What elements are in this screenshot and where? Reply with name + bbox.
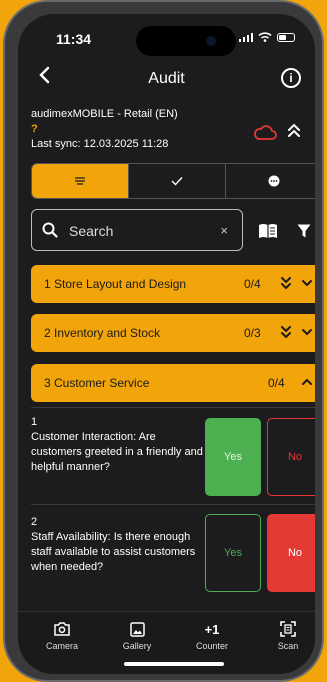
view-segment-control [31, 163, 315, 199]
tab-label: Gallery [122, 641, 152, 651]
no-button[interactable]: No [267, 418, 315, 496]
chevron-down-icon[interactable] [301, 276, 313, 290]
tab-scan[interactable]: Scan [258, 620, 315, 651]
question-text: Staff Availability: Is there enough staf… [31, 531, 196, 573]
no-button[interactable]: No [267, 514, 315, 592]
more-icon [268, 175, 280, 187]
book-icon[interactable] [258, 223, 278, 239]
home-indicator [124, 662, 224, 666]
audit-name: audimexMOBILE - Retail (EN) [31, 108, 178, 120]
section-label: 3 Customer Service [44, 376, 150, 390]
phone-frame: 11:34 Audit i audimexMOBILE - Retail (EN… [3, 0, 324, 682]
divider [31, 407, 315, 408]
status-icons [238, 32, 295, 42]
page-title: Audit [148, 70, 185, 87]
nav-bar: Audit i [18, 64, 315, 94]
tab-counter[interactable]: +1 Counter [182, 620, 242, 652]
segment-more[interactable] [226, 164, 315, 198]
search-input[interactable]: Search × [31, 209, 243, 251]
segment-answered[interactable] [129, 164, 226, 198]
section-label: 2 Inventory and Stock [44, 326, 161, 340]
scan-icon [280, 621, 296, 637]
section-label: 1 Store Layout and Design [44, 277, 187, 291]
section-count: 0/3 [244, 326, 261, 340]
tab-camera[interactable]: Camera [32, 620, 92, 651]
chevron-down-icon[interactable] [301, 325, 313, 339]
gallery-icon [129, 621, 145, 637]
tab-label: Camera [45, 641, 78, 651]
counter-icon: +1 [204, 621, 220, 637]
app-screen: 11:34 Audit i audimexMOBILE - Retail (EN… [18, 14, 315, 674]
tab-label: Scan [277, 641, 299, 651]
dynamic-island [136, 26, 236, 56]
tab-label: Counter [195, 641, 229, 651]
section-customer-service[interactable]: 3 Customer Service 0/4 [31, 364, 315, 402]
list-icon [75, 177, 85, 185]
status-time: 11:34 [56, 31, 92, 47]
yes-button[interactable]: Yes [205, 514, 261, 592]
front-camera [206, 36, 216, 46]
yes-button[interactable]: Yes [205, 418, 261, 496]
double-chevron-down-icon[interactable] [280, 276, 292, 290]
status-bar: 11:34 [18, 14, 315, 58]
info-icon[interactable]: i [281, 68, 301, 88]
section-store-layout[interactable]: 1 Store Layout and Design 0/4 [31, 265, 315, 303]
wifi-icon [258, 32, 272, 42]
search-icon [42, 222, 58, 238]
double-chevron-down-icon[interactable] [280, 325, 292, 339]
section-inventory[interactable]: 2 Inventory and Stock 0/3 [31, 314, 315, 352]
section-count: 0/4 [244, 277, 261, 291]
divider [31, 504, 315, 505]
filter-icon[interactable] [297, 224, 311, 238]
battery-icon [277, 32, 295, 42]
section-count: 0/4 [268, 376, 285, 390]
collapse-header-icon[interactable] [287, 122, 301, 138]
camera-icon [54, 622, 70, 636]
question-text: Customer Interaction: Are customers gree… [31, 431, 203, 473]
segment-list[interactable] [32, 164, 129, 198]
cloud-icon[interactable] [253, 124, 277, 140]
clear-icon[interactable]: × [220, 223, 228, 238]
signal-icon [238, 32, 253, 42]
chevron-up-icon[interactable] [301, 375, 313, 389]
tab-gallery[interactable]: Gallery [107, 620, 167, 651]
checkmark-icon [171, 177, 183, 186]
bottom-toolbar: Camera Gallery +1 Counter Scan [18, 611, 315, 674]
search-placeholder: Search [69, 223, 114, 239]
